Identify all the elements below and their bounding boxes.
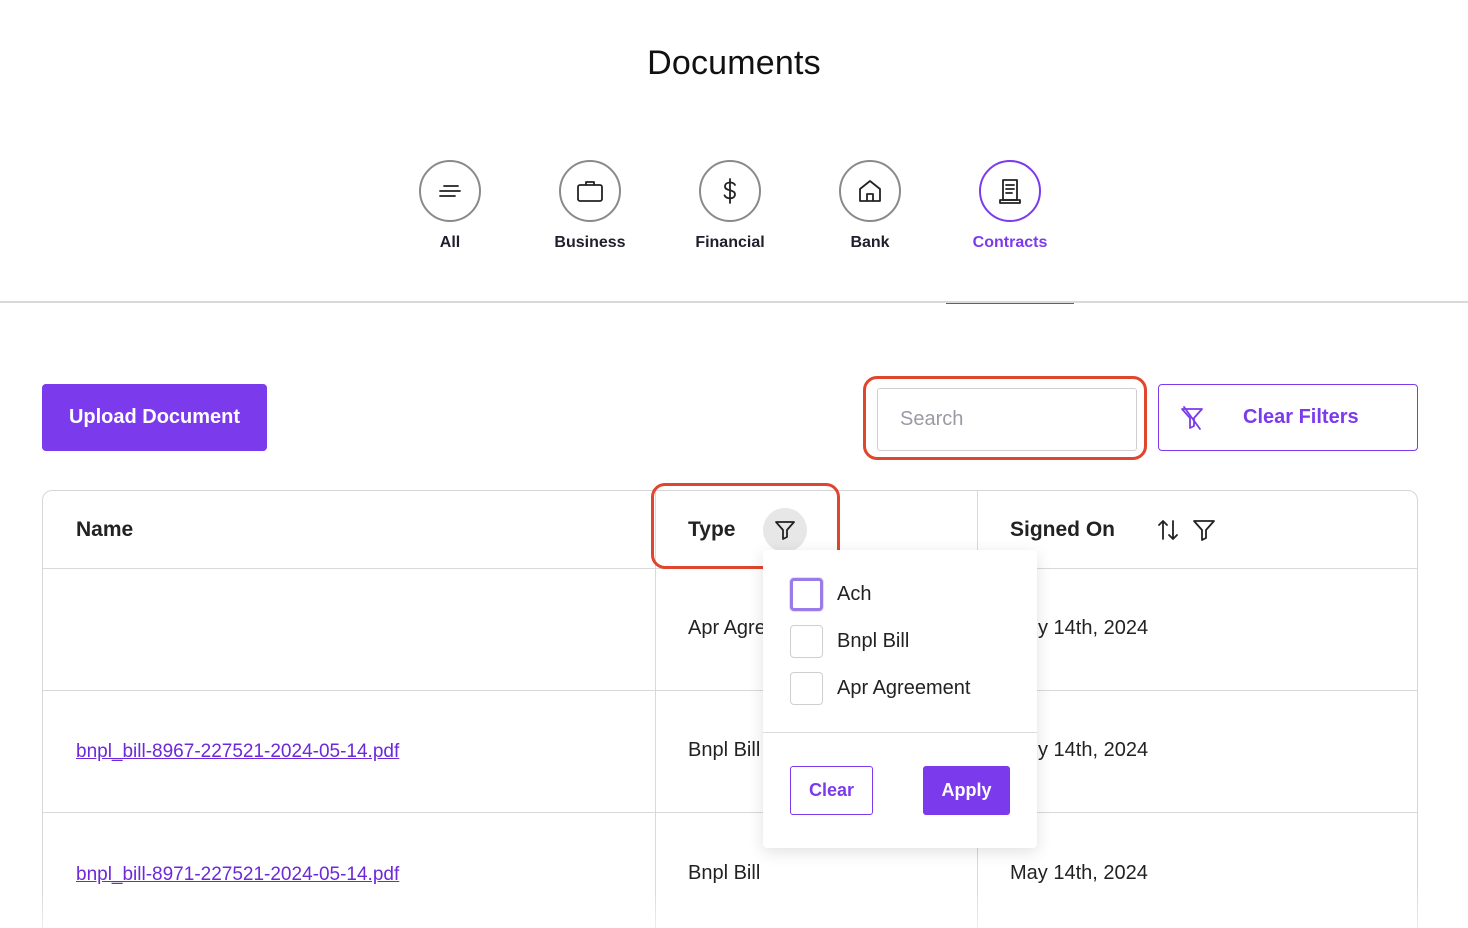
page-title: Documents [647,44,821,82]
document-link[interactable]: bnpl_bill-8967-227521-2024-05-14.pdf [76,741,399,762]
category-tab-contracts[interactable]: Contracts [940,160,1080,304]
cell-signed-on: May 14th, 2024 [1010,862,1148,884]
category-tab-financial[interactable]: Financial [660,160,800,304]
cell-signed-on: y 14th, 2024 [1038,739,1149,761]
upload-document-button[interactable]: Upload Document [42,384,267,451]
category-tab-bank[interactable]: Bank [800,160,940,304]
category-label: Contracts [972,234,1048,251]
house-icon [839,160,901,222]
list-icon [419,160,481,222]
search-input[interactable] [877,388,1137,451]
clear-filters-label: Clear Filters [1243,406,1359,428]
category-tab-business[interactable]: Business [520,160,660,304]
cell-type: Bnpl Bill [688,862,761,884]
clear-filters-button[interactable]: Clear Filters [1158,384,1418,451]
document-link[interactable]: bnpl_bill-8971-227521-2024-05-14.pdf [76,864,399,885]
filter-clear-icon [1181,405,1203,430]
category-label: Business [554,234,626,251]
table-row: bnpl_bill-8971-227521-2024-05-14.pdf [76,863,399,886]
filter-clear-button[interactable]: Clear [790,766,873,815]
checkbox[interactable] [790,624,823,658]
category-label: Bank [850,234,890,251]
nav-divider [0,301,1468,303]
column-header-name: Name [76,518,134,541]
row-divider [43,690,1417,691]
search-highlight [863,376,1147,460]
filter-option-label: Ach [837,582,872,605]
row-divider [43,812,1417,813]
cell-type: Bnpl Bill [688,739,761,761]
filter-option-bnpl-bill[interactable]: Bnpl Bill [790,624,909,658]
filter-option-apr-agreement[interactable]: Apr Agreement [790,671,970,705]
dollar-icon [699,160,761,222]
cell-type: Apr Agre [688,617,766,639]
category-label: Financial [695,234,765,251]
table-row: bnpl_bill-8967-227521-2024-05-14.pdf [76,740,399,763]
category-nav: All Business Financial Bank Contracts [380,160,1080,304]
sort-icon[interactable] [1155,517,1181,543]
category-label: All [439,234,461,251]
cell-signed-on: y 14th, 2024 [1038,617,1149,639]
dropdown-divider [763,732,1037,733]
filter-option-label: Bnpl Bill [837,629,910,652]
checkbox[interactable] [790,671,823,705]
filter-option-ach[interactable]: Ach [790,577,871,611]
briefcase-icon [559,160,621,222]
filter-apply-button[interactable]: Apply [923,766,1010,815]
date-filter-icon[interactable] [1191,517,1217,543]
receipt-icon [979,160,1041,222]
checkbox[interactable] [790,577,823,611]
category-tab-all[interactable]: All [380,160,520,304]
type-filter-dropdown: Ach Bnpl Bill Apr Agreement Clear Apply [763,550,1037,848]
filter-option-label: Apr Agreement [837,676,971,699]
